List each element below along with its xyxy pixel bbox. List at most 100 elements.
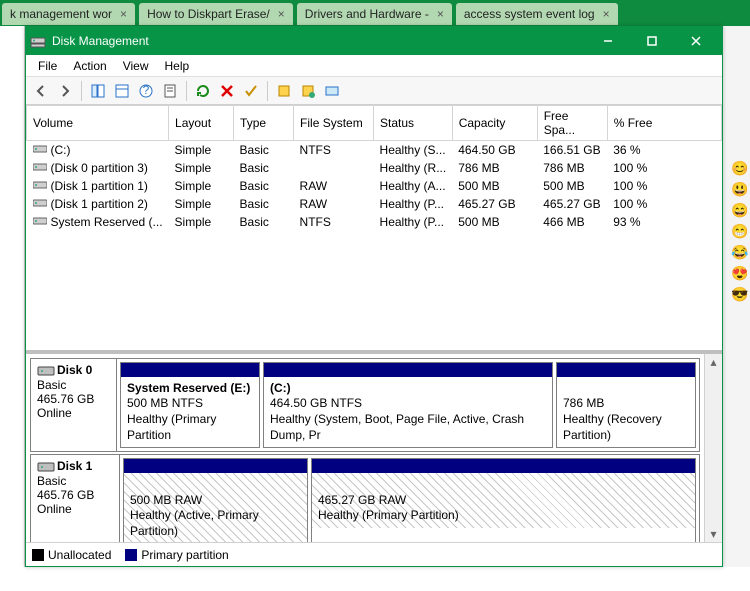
toolbar-icon[interactable]	[321, 80, 343, 102]
legend: Unallocated Primary partition	[26, 542, 722, 566]
col-layout[interactable]: Layout	[169, 106, 234, 141]
cell-volume: (Disk 1 partition 1)	[27, 177, 169, 195]
browser-tab-strip: k management wor× How to Diskpart Erase/…	[0, 0, 750, 26]
cell-status: Healthy (R...	[374, 159, 453, 177]
cell-type: Basic	[234, 159, 294, 177]
cell-pct: 93 %	[607, 213, 721, 231]
partition-bar	[124, 459, 307, 473]
cell-pct: 100 %	[607, 195, 721, 213]
toolbar-icon[interactable]	[111, 80, 133, 102]
disk-partitions: System Reserved (E:)500 MB NTFSHealthy (…	[117, 359, 699, 451]
vertical-scrollbar[interactable]: ▴ ▾	[704, 354, 722, 542]
partition-bar	[312, 459, 695, 473]
cell-pct: 100 %	[607, 159, 721, 177]
disk-row[interactable]: Disk 0Basic465.76 GBOnlineSystem Reserve…	[30, 358, 700, 452]
close-icon[interactable]: ×	[278, 7, 285, 21]
disk-management-window: Disk Management File Action View Help ? …	[25, 26, 723, 567]
back-button[interactable]	[30, 80, 52, 102]
table-row[interactable]: (C:)SimpleBasicNTFSHealthy (S...464.50 G…	[27, 141, 722, 160]
disk-icon	[37, 460, 55, 474]
cell-type: Basic	[234, 213, 294, 231]
cell-layout: Simple	[169, 195, 234, 213]
menu-action[interactable]: Action	[65, 57, 114, 75]
properties-icon[interactable]	[159, 80, 181, 102]
partition[interactable]: 465.27 GB RAWHealthy (Primary Partition)	[311, 458, 696, 542]
cell-volume: (Disk 0 partition 3)	[27, 159, 169, 177]
close-icon[interactable]: ×	[603, 7, 610, 21]
table-row[interactable]: System Reserved (...SimpleBasicNTFSHealt…	[27, 213, 722, 231]
col-type[interactable]: Type	[234, 106, 294, 141]
col-capacity[interactable]: Capacity	[452, 106, 537, 141]
disk-caption[interactable]: Disk 1Basic465.76 GBOnline	[31, 455, 120, 542]
table-row[interactable]: (Disk 1 partition 1)SimpleBasicRAWHealth…	[27, 177, 722, 195]
col-status[interactable]: Status	[374, 106, 453, 141]
toolbar-icon[interactable]	[297, 80, 319, 102]
table-row[interactable]: (Disk 1 partition 2)SimpleBasicRAWHealth…	[27, 195, 722, 213]
partition[interactable]: 500 MB RAWHealthy (Active, Primary Parti…	[123, 458, 308, 542]
cell-status: Healthy (S...	[374, 141, 453, 160]
close-button[interactable]	[674, 27, 718, 55]
col-volume[interactable]: Volume	[27, 106, 169, 141]
cell-capacity: 465.27 GB	[452, 195, 537, 213]
partition-bar	[121, 363, 259, 377]
minimize-button[interactable]	[586, 27, 630, 55]
svg-text:?: ?	[143, 83, 150, 97]
partition[interactable]: 786 MBHealthy (Recovery Partition)	[556, 362, 696, 448]
cell-capacity: 464.50 GB	[452, 141, 537, 160]
close-icon[interactable]: ×	[437, 7, 444, 21]
volume-icon	[33, 143, 47, 153]
partition-info: 786 MBHealthy (Recovery Partition)	[557, 377, 695, 447]
cell-layout: Simple	[169, 159, 234, 177]
menu-view[interactable]: View	[115, 57, 157, 75]
emoji-strip: 😊😃😄😁😂😍😎	[730, 160, 750, 303]
volume-icon	[33, 161, 47, 171]
browser-tab[interactable]: Drivers and Hardware -×	[297, 3, 452, 25]
cell-free: 786 MB	[537, 159, 607, 177]
toolbar: ?	[26, 77, 722, 105]
maximize-button[interactable]	[630, 27, 674, 55]
disk-caption[interactable]: Disk 0Basic465.76 GBOnline	[31, 359, 117, 451]
col-filesystem[interactable]: File System	[294, 106, 374, 141]
browser-tab[interactable]: k management wor×	[2, 3, 135, 25]
cell-free: 466 MB	[537, 213, 607, 231]
cell-fs: NTFS	[294, 213, 374, 231]
cell-volume: System Reserved (...	[27, 213, 169, 231]
graphical-view-pane: Disk 0Basic465.76 GBOnlineSystem Reserve…	[26, 354, 722, 542]
menu-help[interactable]: Help	[157, 57, 198, 75]
partition-info: (C:)464.50 GB NTFSHealthy (System, Boot,…	[264, 377, 552, 447]
browser-tab[interactable]: access system event log×	[456, 3, 618, 25]
browser-tab[interactable]: How to Diskpart Erase/×	[139, 3, 293, 25]
volume-list-pane[interactable]: Volume Layout Type File System Status Ca…	[26, 105, 722, 354]
disk-icon	[37, 364, 55, 378]
page-bottom	[0, 567, 750, 591]
partition[interactable]: System Reserved (E:)500 MB NTFSHealthy (…	[120, 362, 260, 448]
page-left-gutter	[0, 26, 25, 567]
menu-file[interactable]: File	[30, 57, 65, 75]
cell-pct: 36 %	[607, 141, 721, 160]
col-free[interactable]: Free Spa...	[537, 106, 607, 141]
partition[interactable]: (C:)464.50 GB NTFSHealthy (System, Boot,…	[263, 362, 553, 448]
close-icon[interactable]: ×	[120, 7, 127, 21]
disk-graphical-list[interactable]: Disk 0Basic465.76 GBOnlineSystem Reserve…	[26, 354, 704, 542]
cell-fs: RAW	[294, 195, 374, 213]
volume-icon	[33, 179, 47, 189]
toolbar-icon[interactable]	[273, 80, 295, 102]
disk-row[interactable]: Disk 1Basic465.76 GBOnline500 MB RAWHeal…	[30, 454, 700, 542]
table-header-row: Volume Layout Type File System Status Ca…	[27, 106, 722, 141]
volume-icon	[33, 215, 47, 225]
delete-icon[interactable]	[216, 80, 238, 102]
show-hide-tree-icon[interactable]	[87, 80, 109, 102]
cell-free: 500 MB	[537, 177, 607, 195]
scroll-up-icon[interactable]: ▴	[705, 354, 722, 370]
table-row[interactable]: (Disk 0 partition 3)SimpleBasic Healthy (…	[27, 159, 722, 177]
cell-capacity: 500 MB	[452, 213, 537, 231]
forward-button[interactable]	[54, 80, 76, 102]
checkmark-icon[interactable]	[240, 80, 262, 102]
help-icon[interactable]: ?	[135, 80, 157, 102]
cell-type: Basic	[234, 195, 294, 213]
col-pctfree[interactable]: % Free	[607, 106, 721, 141]
refresh-icon[interactable]	[192, 80, 214, 102]
scroll-down-icon[interactable]: ▾	[705, 526, 722, 542]
titlebar[interactable]: Disk Management	[26, 27, 722, 55]
cell-volume: (C:)	[27, 141, 169, 160]
